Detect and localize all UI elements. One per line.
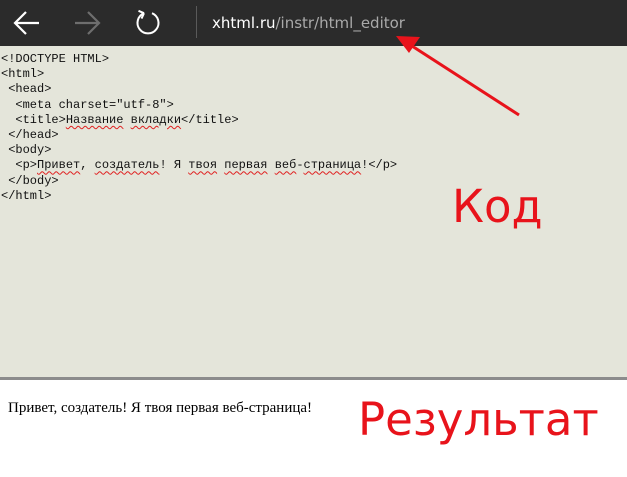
code-text[interactable]: <!DOCTYPE HTML> <html> <head> <meta char… [1, 52, 397, 204]
code-annotation-label: Код [452, 180, 543, 233]
spellcheck-word: твоя [188, 158, 218, 173]
code-line: <meta charset="utf-8"> [1, 97, 174, 112]
spellcheck-word: вкладки [130, 112, 182, 127]
preview-text: Привет, создатель! Я твоя первая веб-стр… [8, 400, 313, 416]
code-line: </head> [1, 127, 59, 142]
spellcheck-word: Привет [37, 158, 81, 173]
spellcheck-word: страница [303, 158, 362, 173]
toolbar-separator [196, 6, 197, 38]
back-button[interactable] [8, 4, 46, 42]
spellcheck-word: веб [274, 158, 297, 173]
arrow-left-icon [13, 11, 39, 35]
address-domain: xhtml.ru [212, 14, 276, 32]
forward-button[interactable] [68, 4, 106, 42]
browser-toolbar: xhtml.ru/instr/html_editor [0, 0, 627, 46]
code-line: <title>Название вкладки</title> [1, 112, 239, 127]
arrow-right-icon [75, 11, 101, 35]
code-line: <!DOCTYPE HTML> [1, 52, 110, 66]
code-line: <body> [1, 143, 52, 158]
spellcheck-word: Название [65, 112, 124, 127]
spellcheck-word: первая [224, 158, 268, 173]
address-path: /instr/html_editor [275, 14, 405, 32]
spellcheck-word: создатель [94, 158, 160, 173]
address-bar[interactable]: xhtml.ru/instr/html_editor [212, 0, 405, 46]
refresh-icon [136, 9, 160, 35]
code-line: <html> [1, 67, 45, 82]
code-line: </html> [1, 188, 52, 203]
code-line: </body> [1, 173, 59, 188]
code-line: <head> [1, 82, 52, 97]
refresh-button[interactable] [129, 4, 167, 42]
code-line: <p>Привет, создатель! Я твоя первая веб-… [1, 158, 398, 173]
result-annotation-label: Результат [358, 393, 599, 446]
